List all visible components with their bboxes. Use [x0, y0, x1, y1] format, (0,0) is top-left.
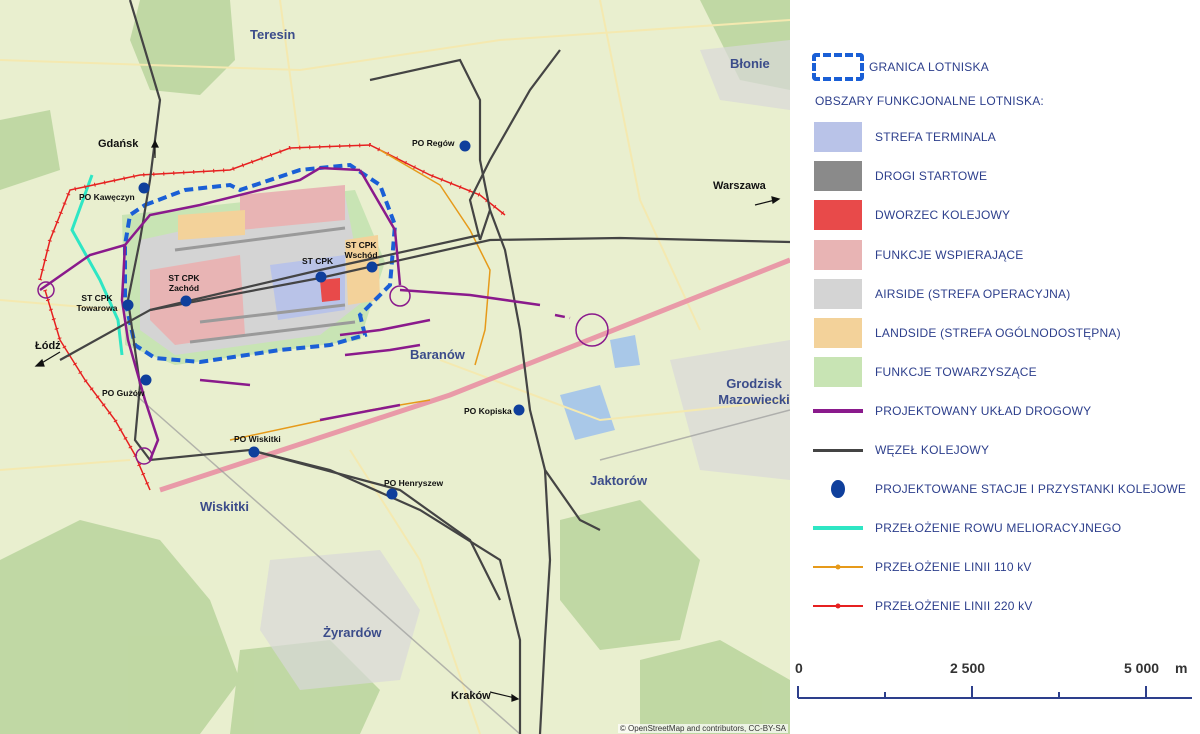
- legend-label: LANDSIDE (STREFA OGÓLNODOSTĘPNA): [875, 326, 1121, 340]
- scale-label-2500: 2 500: [950, 660, 986, 676]
- station-label: ST CPK Wschód: [344, 240, 378, 260]
- legend-item-accompanying: FUNKCJE TOWARZYSZĄCE: [810, 357, 1037, 387]
- station-label: PO Kopiska: [464, 406, 512, 416]
- station-label: ST CPK: [302, 256, 334, 266]
- direction-label: Warszawa: [713, 180, 766, 192]
- station-label: ST CPK Zachód: [168, 273, 200, 293]
- station-label: PO Wiskitki: [234, 434, 281, 444]
- accompanying-swatch: [813, 357, 862, 387]
- town-label: Baranów: [410, 347, 465, 362]
- legend-item-boundary: GRANICA LOTNISKA: [810, 52, 989, 82]
- legend-item-110kv: PRZEŁOŻENIE LINII 110 kV: [810, 552, 1032, 582]
- station-label: PO Kawęczyn: [79, 192, 135, 202]
- legend-label: PROJEKTOWANE STACJE I PRZYSTANKI KOLEJOW…: [875, 482, 1187, 496]
- station-dot: [386, 488, 398, 500]
- legend-item-220kv: PRZEŁOŻENIE LINII 220 kV: [810, 591, 1033, 621]
- station-dot: [180, 295, 192, 307]
- railway-station-swatch: [813, 200, 862, 230]
- terminal-swatch: [813, 122, 862, 152]
- station-dot: [122, 299, 134, 311]
- runways-swatch: [813, 161, 862, 191]
- legend-panel: GRANICA LOTNISKA OBSZARY FUNKCJONALNE LO…: [790, 0, 1200, 734]
- map-attribution[interactable]: © OpenStreetMap and contributors, CC-BY-…: [617, 724, 788, 733]
- station-dot: [513, 404, 525, 416]
- landside-area: [178, 210, 245, 240]
- legend-label: STREFA TERMINALA: [875, 130, 997, 144]
- legend-label: FUNKCJE TOWARZYSZĄCE: [875, 365, 1037, 379]
- town-label: Wiskitki: [200, 499, 250, 514]
- landside-swatch: [813, 318, 862, 348]
- road-symbol: [812, 409, 863, 413]
- legend-item-stations: PROJEKTOWANE STACJE I PRZYSTANKI KOLEJOW…: [810, 474, 1186, 504]
- legend-label: GRANICA LOTNISKA: [869, 60, 989, 74]
- map-panel[interactable]: Teresin Błonie Baranów Grodzisk Mazowiec…: [0, 0, 790, 734]
- legend-label: DROGI STARTOWE: [875, 169, 988, 183]
- legend-item-landside: LANDSIDE (STREFA OGÓLNODOSTĘPNA): [810, 318, 1121, 348]
- legend-item-airside: AIRSIDE (STREFA OPERACYJNA): [810, 279, 1070, 309]
- town-label: Grodzisk Mazowiecki: [718, 376, 790, 407]
- scale-label-0: 0: [795, 660, 803, 676]
- station-dot: [140, 374, 152, 386]
- legend-heading: OBSZARY FUNKCJONALNE LOTNISKA:: [815, 94, 1044, 108]
- ditch-symbol: [812, 526, 863, 530]
- station-label: PO Regów: [412, 138, 455, 148]
- legend-label: PRZEŁOŻENIE LINII 110 kV: [875, 560, 1032, 574]
- legend-label: WĘZEŁ KOLEJOWY: [875, 443, 990, 457]
- boundary-symbol: [810, 52, 865, 82]
- legend-label: AIRSIDE (STREFA OPERACYJNA): [875, 287, 1071, 301]
- map-canvas: [0, 0, 790, 734]
- scale-bar: [797, 686, 1192, 699]
- station-dot: [315, 271, 327, 283]
- scale-label-unit: m: [1175, 660, 1188, 676]
- station-label: PO Henryszew: [384, 478, 444, 488]
- station-dot: [366, 261, 378, 273]
- legend-item-terminal: STREFA TERMINALA: [810, 122, 996, 152]
- legend-item-roads: PROJEKTOWANY UKŁAD DROGOWY: [810, 396, 1091, 426]
- legend-item-railway-station: DWORZEC KOLEJOWY: [810, 200, 1010, 230]
- direction-label: Kraków: [451, 690, 491, 702]
- legend-item-rail: WĘZEŁ KOLEJOWY: [810, 435, 989, 465]
- station-dot: [459, 140, 471, 152]
- line-110kv-symbol: [812, 564, 863, 570]
- direction-label: Gdańsk: [98, 138, 139, 150]
- station-dot: [138, 182, 150, 194]
- town-label: Jaktorów: [590, 473, 648, 488]
- legend-item-runways: DROGI STARTOWE: [810, 161, 987, 191]
- legend-label: DWORZEC KOLEJOWY: [875, 208, 1011, 222]
- scale-label-5000: 5 000: [1124, 660, 1160, 676]
- station-dot: [248, 446, 260, 458]
- legend-label: PRZEŁOŻENIE ROWU MELIORACYJNEGO: [875, 521, 1122, 535]
- town-label: Teresin: [250, 27, 296, 42]
- rail-symbol: [812, 448, 863, 452]
- legend-label: PROJEKTOWANY UKŁAD DROGOWY: [875, 404, 1092, 418]
- direction-label: Łódź: [35, 340, 61, 352]
- legend-item-supporting: FUNKCJE WSPIERAJĄCE: [810, 240, 1024, 270]
- airside-swatch: [813, 279, 862, 309]
- legend-label: PRZEŁOŻENIE LINII 220 kV: [875, 599, 1033, 613]
- supporting-swatch: [813, 240, 862, 270]
- station-label: PO Guzów: [102, 388, 145, 398]
- legend-item-ditch: PRZEŁOŻENIE ROWU MELIORACYJNEGO: [810, 513, 1121, 543]
- line-220kv-symbol: [812, 603, 863, 609]
- town-label: Żyrardów: [323, 625, 382, 640]
- station-label: ST CPK Towarowa: [76, 293, 118, 313]
- town-label: Błonie: [730, 56, 770, 71]
- station-symbol: [830, 480, 845, 498]
- legend-label: FUNKCJE WSPIERAJĄCE: [875, 248, 1024, 262]
